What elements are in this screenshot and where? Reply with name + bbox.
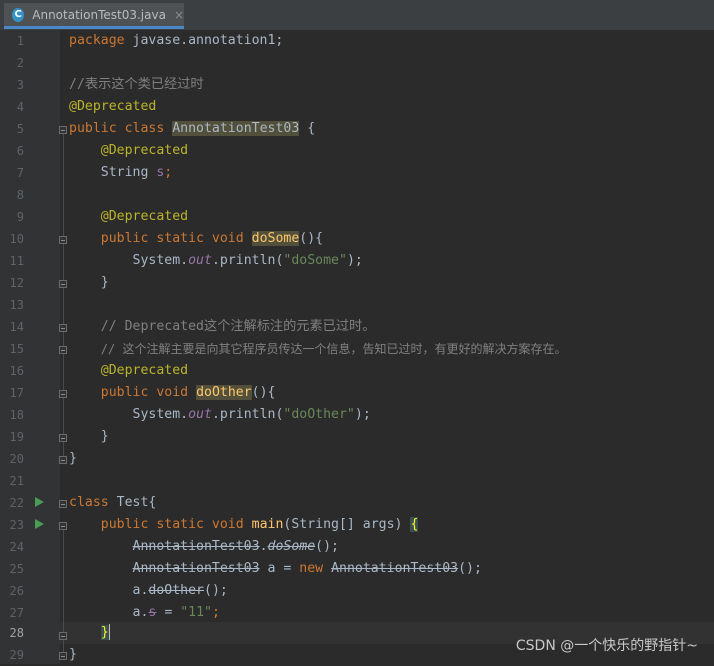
keyword: public class <box>69 121 165 136</box>
code-line-1[interactable]: package javase.annotation1; <box>69 30 283 52</box>
code-text: a. <box>132 605 149 620</box>
code-line-12[interactable]: } <box>69 272 109 294</box>
code-line-25[interactable]: AnnotationTest03 a = new AnnotationTest0… <box>69 558 482 580</box>
code-text: a. <box>132 583 149 598</box>
code-line-17[interactable]: public void doOther(){ <box>69 382 275 404</box>
method-name: main <box>251 517 284 532</box>
keyword: public static void <box>100 517 244 532</box>
editor-tab-bar: C AnnotationTest03.java × <box>0 0 714 31</box>
code-text: (); <box>315 539 339 554</box>
code-text: .println( <box>211 407 284 422</box>
deprecated-class: AnnotationTest03 <box>132 539 260 554</box>
line-number: 8 <box>16 188 24 202</box>
code-text: System. <box>132 407 189 422</box>
code-line-9[interactable]: @Deprecated <box>69 206 188 228</box>
annotation: @Deprecated <box>100 209 189 224</box>
annotation: @Deprecated <box>69 99 157 114</box>
watermark: CSDN @一个快乐的野指针~ <box>515 638 698 654</box>
code-line-29[interactable]: } <box>69 644 77 666</box>
code-line-14[interactable]: // Deprecated这个注解标注的元素已过时。 <box>69 316 376 338</box>
code-line-19[interactable]: } <box>69 426 109 448</box>
tab-title: AnnotationTest03.java <box>32 7 166 22</box>
line-number: 13 <box>9 298 24 312</box>
semicolon: ; <box>211 605 220 620</box>
static-field: out <box>188 407 212 422</box>
method-name: doSome <box>251 231 300 246</box>
deprecated-class: AnnotationTest03 <box>331 561 459 576</box>
deprecated-method: doOther <box>148 583 204 598</box>
matched-brace: { <box>410 517 419 532</box>
code-line-20[interactable]: } <box>69 448 77 470</box>
class-name: AnnotationTest03 <box>172 121 300 136</box>
code-text: { <box>299 121 316 136</box>
string-literal: "doSome" <box>283 253 347 268</box>
code-line-28[interactable]: } <box>69 622 110 644</box>
code-line-11[interactable]: System.out.println("doSome"); <box>69 250 363 272</box>
keyword: public void <box>100 385 189 400</box>
line-number: 21 <box>9 474 24 488</box>
code-text: Test{ <box>108 495 157 510</box>
code-line-27[interactable]: a.s = "11"; <box>69 602 220 624</box>
matched-brace: } <box>100 625 109 640</box>
static-field: out <box>188 253 212 268</box>
close-icon[interactable]: × <box>174 8 184 22</box>
code-text: (); <box>204 583 228 598</box>
code-text: = <box>156 605 181 620</box>
line-number: 2 <box>16 56 24 70</box>
string-literal: "doOther" <box>283 407 355 422</box>
code-text: (String[] args) <box>283 517 411 532</box>
deprecated-class: AnnotationTest03 <box>132 561 260 576</box>
method-name: doOther <box>196 385 252 400</box>
java-class-icon: C <box>12 7 25 22</box>
code-text: . <box>259 539 268 554</box>
brace: } <box>69 647 77 662</box>
code-line-7[interactable]: String s; <box>69 162 172 184</box>
comment: //表示这个类已经过时 <box>69 77 204 92</box>
annotation: @Deprecated <box>100 363 189 378</box>
string-literal: "11" <box>180 605 212 620</box>
annotation: @Deprecated <box>100 143 189 158</box>
comment: // 这个注解主要是向其它程序员传达一个信息，告知已过时，有更好的解决方案存在。 <box>100 342 567 356</box>
code-line-18[interactable]: System.out.println("doOther"); <box>69 404 371 426</box>
code-text: a = <box>259 561 300 576</box>
keyword: new <box>299 561 324 576</box>
tab-annotationtest03[interactable]: C AnnotationTest03.java × <box>4 3 184 29</box>
keyword: package <box>69 33 125 48</box>
code-line-15[interactable]: // 这个注解主要是向其它程序员传达一个信息，告知已过时，有更好的解决方案存在。 <box>69 338 567 360</box>
brace: } <box>100 275 109 290</box>
comment: // Deprecated这个注解标注的元素已过时。 <box>100 319 376 334</box>
code-line-4[interactable]: @Deprecated <box>69 96 156 118</box>
code-text: ); <box>354 407 371 422</box>
package-name: javase.annotation1; <box>124 33 284 48</box>
code-text: System. <box>132 253 189 268</box>
code-line-10[interactable]: public static void doSome(){ <box>69 228 323 250</box>
semicolon: ; <box>164 165 173 180</box>
code-line-24[interactable]: AnnotationTest03.doSome(); <box>69 536 339 558</box>
code-text: .println( <box>211 253 284 268</box>
code-line-6[interactable]: @Deprecated <box>69 140 188 162</box>
keyword: class <box>69 495 109 510</box>
text-caret <box>108 624 110 640</box>
brace: } <box>100 429 109 444</box>
keyword: public static void <box>100 231 244 246</box>
code-text: (){ <box>299 231 324 246</box>
deprecated-method: doSome <box>267 539 316 554</box>
code-line-16[interactable]: @Deprecated <box>69 360 188 382</box>
code-line-23[interactable]: public static void main(String[] args) { <box>69 514 419 536</box>
code-line-26[interactable]: a.doOther(); <box>69 580 228 602</box>
code-text: ); <box>346 253 363 268</box>
type-name: String <box>100 165 157 180</box>
code-text: (); <box>458 561 482 576</box>
code-line-22[interactable]: class Test{ <box>69 492 156 514</box>
code-line-5[interactable]: public class AnnotationTest03 { <box>69 118 315 140</box>
code-text: (){ <box>251 385 276 400</box>
brace: } <box>69 451 77 466</box>
code-line-3[interactable]: //表示这个类已经过时 <box>69 74 204 96</box>
